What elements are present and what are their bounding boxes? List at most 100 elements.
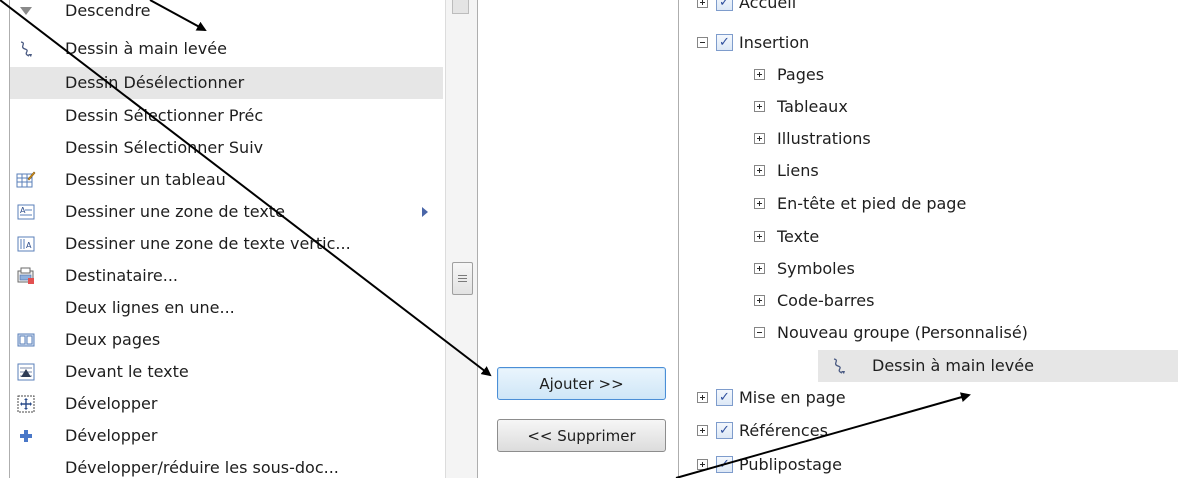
thumb-grip: [458, 281, 467, 282]
tree-item-label: Mise en page: [739, 388, 846, 407]
tree-item-label: Nouveau groupe (Personnalisé): [777, 323, 1028, 342]
list-item-recipient[interactable]: Destinataire...: [10, 260, 443, 292]
tree-item-texte[interactable]: Texte: [678, 222, 1158, 254]
tree-item-symboles[interactable]: Symboles: [678, 254, 1158, 286]
tree-item-label: Liens: [777, 161, 819, 180]
scroll-up-button[interactable]: [452, 0, 469, 14]
list-item-in-front-of-text[interactable]: Devant le texte: [10, 356, 443, 388]
tree-item-label: Texte: [777, 227, 820, 246]
list-item-label: Développer: [65, 394, 158, 413]
tree-item-publipostage[interactable]: ✓ Publipostage: [678, 450, 1158, 482]
draw-table-icon: [16, 170, 36, 190]
list-item-draw-vertical-text-box[interactable]: A Dessiner une zone de texte vertic...: [10, 228, 443, 260]
freehand-draw-icon: [830, 357, 848, 375]
remove-button[interactable]: << Supprimer: [497, 419, 666, 452]
plus-icon: [16, 426, 36, 446]
list-item-expand-plus[interactable]: Développer: [10, 420, 443, 452]
list-item-label: Dessin à main levée: [65, 39, 227, 58]
list-item-label: Destinataire...: [65, 266, 179, 285]
list-item-expand[interactable]: Développer: [10, 388, 443, 420]
submenu-arrow-icon: [422, 207, 428, 217]
list-item-two-lines-in-one[interactable]: Deux lignes en une...: [10, 292, 443, 324]
remove-button-label: << Supprimer: [527, 426, 636, 445]
descend-arrow-icon: [16, 1, 36, 21]
expand-plus-icon[interactable]: [754, 231, 765, 242]
add-button[interactable]: Ajouter >>: [497, 367, 666, 400]
expand-plus-icon[interactable]: [754, 295, 765, 306]
list-item-draw-text-box[interactable]: A Dessiner une zone de texte: [10, 196, 443, 228]
tree-item-illustrations[interactable]: Illustrations: [678, 124, 1158, 156]
list-item-label: Deux pages: [65, 330, 161, 349]
expand-plus-icon[interactable]: [754, 198, 765, 209]
list-scrollbar[interactable]: [445, 0, 478, 478]
tab-checkbox[interactable]: ✓: [716, 34, 733, 51]
recipient-icon: [16, 266, 36, 286]
ribbon-tree: ✓ Accueil ✓ Insertion Pages Tableaux Ill…: [678, 0, 1178, 478]
list-item-label: Devant le texte: [65, 362, 189, 381]
tree-item-label: Dessin à main levée: [872, 356, 1034, 375]
freehand-draw-icon: [16, 39, 36, 59]
list-item-label: Dessiner une zone de texte: [65, 202, 285, 221]
scroll-thumb[interactable]: [452, 262, 473, 295]
tree-item-references[interactable]: ✓ Références: [678, 416, 1158, 448]
list-item-label: Dessin Sélectionner Préc: [65, 106, 264, 125]
tree-item-new-group[interactable]: Nouveau groupe (Personnalisé): [678, 318, 1158, 350]
collapse-minus-icon[interactable]: [754, 327, 765, 338]
tab-checkbox[interactable]: ✓: [716, 422, 733, 439]
tree-item-insertion[interactable]: ✓ Insertion: [678, 28, 1158, 60]
vertical-text-box-icon: A: [16, 234, 36, 254]
tree-item-label: Pages: [777, 65, 825, 84]
expand-dotted-icon: [16, 394, 36, 414]
list-item-draw-table[interactable]: Dessiner un tableau: [10, 164, 443, 196]
list-item-label: Descendre: [65, 1, 151, 20]
tab-checkbox[interactable]: ✓: [716, 389, 733, 406]
expand-plus-icon[interactable]: [697, 459, 708, 470]
list-item-expand-collapse-subdocs[interactable]: Développer/réduire les sous-doc...: [10, 452, 443, 484]
expand-plus-icon[interactable]: [754, 165, 765, 176]
tab-checkbox[interactable]: ✓: [716, 456, 733, 473]
expand-plus-icon[interactable]: [697, 0, 708, 8]
expand-plus-icon[interactable]: [754, 101, 765, 112]
tree-item-pages[interactable]: Pages: [678, 60, 1158, 92]
command-list: Descendre Dessin à main levée Dessin Dés…: [0, 0, 445, 478]
expand-plus-icon[interactable]: [754, 133, 765, 144]
list-item-label: Dessiner une zone de texte vertic...: [65, 234, 351, 253]
list-item-label: Développer: [65, 426, 158, 445]
two-pages-icon: [16, 330, 36, 350]
tree-item-label: Accueil: [739, 0, 797, 12]
tree-item-label: Références: [739, 421, 828, 440]
tab-checkbox[interactable]: ✓: [716, 0, 733, 11]
tree-item-label: Symboles: [777, 259, 855, 278]
tree-item-code-barres[interactable]: Code-barres: [678, 286, 1158, 318]
text-box-icon: A: [16, 202, 36, 222]
tree-item-accueil[interactable]: ✓ Accueil: [678, 0, 1158, 20]
list-item-deselect-drawing[interactable]: Dessin Désélectionner: [10, 67, 443, 99]
tree-item-mise-en-page[interactable]: ✓ Mise en page: [678, 383, 1158, 415]
tree-item-liens[interactable]: Liens: [678, 156, 1158, 188]
list-item-label: Dessiner un tableau: [65, 170, 226, 189]
svg-text:A: A: [26, 241, 32, 250]
list-item-select-next[interactable]: Dessin Sélectionner Suiv: [10, 132, 443, 164]
list-item-select-previous[interactable]: Dessin Sélectionner Préc: [10, 100, 443, 132]
expand-plus-icon[interactable]: [754, 69, 765, 80]
in-front-of-text-icon: [16, 362, 36, 382]
expand-plus-icon[interactable]: [697, 425, 708, 436]
tree-item-label: Tableaux: [777, 97, 848, 116]
list-item-freehand[interactable]: Dessin à main levée: [10, 33, 443, 65]
expand-plus-icon[interactable]: [754, 263, 765, 274]
list-item-label: Dessin Sélectionner Suiv: [65, 138, 264, 157]
list-item-label: Dessin Désélectionner: [65, 73, 245, 92]
tree-item-tableaux[interactable]: Tableaux: [678, 92, 1158, 124]
tree-item-label: Code-barres: [777, 291, 875, 310]
thumb-grip: [458, 278, 467, 279]
collapse-minus-icon[interactable]: [697, 37, 708, 48]
list-item-descendre[interactable]: Descendre: [10, 0, 443, 27]
list-item-two-pages[interactable]: Deux pages: [10, 324, 443, 356]
thumb-grip: [458, 275, 467, 276]
tree-item-label: Insertion: [739, 33, 810, 52]
tree-item-freehand[interactable]: Dessin à main levée: [818, 350, 1178, 382]
tree-item-header-footer[interactable]: En-tête et pied de page: [678, 189, 1158, 221]
expand-plus-icon[interactable]: [697, 392, 708, 403]
tree-item-label: En-tête et pied de page: [777, 194, 967, 213]
tree-item-label: Illustrations: [777, 129, 871, 148]
